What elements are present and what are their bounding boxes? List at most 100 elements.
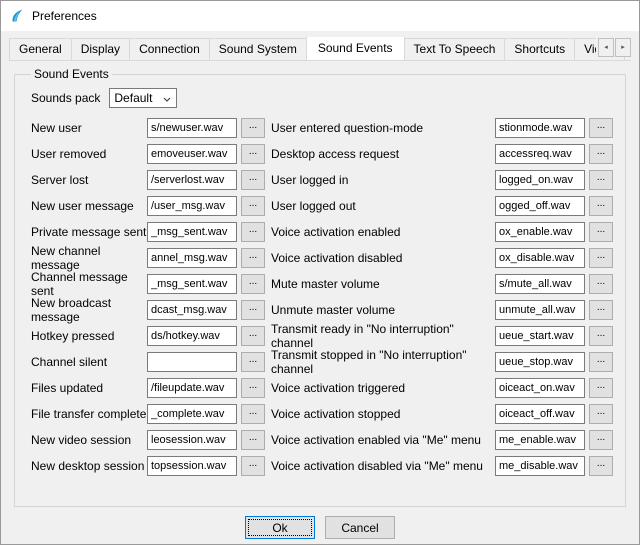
sound-file-input[interactable] <box>147 300 237 320</box>
browse-button[interactable]: ... <box>241 326 265 346</box>
browse-button[interactable]: ... <box>589 170 613 190</box>
sound-event-label: File transfer complete <box>31 407 147 421</box>
browse-button[interactable]: ... <box>241 118 265 138</box>
sound-event-row: Voice activation enabled via "Me" menu..… <box>271 427 613 453</box>
sound-file-input[interactable] <box>147 430 237 450</box>
sound-file-input[interactable] <box>495 352 585 372</box>
browse-button[interactable]: ... <box>589 118 613 138</box>
sound-event-row: Voice activation stopped... <box>271 401 613 427</box>
browse-button[interactable]: ... <box>589 222 613 242</box>
tab-general[interactable]: General <box>9 38 72 60</box>
sound-event-label: New desktop session <box>31 459 147 473</box>
sound-file-input[interactable] <box>147 326 237 346</box>
browse-button[interactable]: ... <box>589 378 613 398</box>
sound-event-label: User removed <box>31 147 147 161</box>
sound-file-input[interactable] <box>147 456 237 476</box>
sound-file-input[interactable] <box>147 378 237 398</box>
tab-sound-events[interactable]: Sound Events <box>306 37 405 61</box>
sound-file-input[interactable] <box>495 456 585 476</box>
tab-connection[interactable]: Connection <box>129 38 210 60</box>
browse-button[interactable]: ... <box>241 144 265 164</box>
browse-button[interactable]: ... <box>241 222 265 242</box>
tab-scroll-left-button[interactable]: ◂ <box>598 38 614 57</box>
sound-file-input[interactable] <box>495 300 585 320</box>
sound-event-label: New broadcast message <box>31 296 147 324</box>
sound-event-row: New user message... <box>31 193 265 219</box>
sound-file-input[interactable] <box>495 326 585 346</box>
browse-button[interactable]: ... <box>589 274 613 294</box>
browse-button[interactable]: ... <box>589 352 613 372</box>
sound-file-input[interactable] <box>495 430 585 450</box>
sound-file-input[interactable] <box>147 196 237 216</box>
tab-scroll-right-button[interactable]: ▸ <box>615 38 631 57</box>
browse-button[interactable]: ... <box>589 404 613 424</box>
tab-shortcuts[interactable]: Shortcuts <box>504 38 575 60</box>
sound-event-row: Voice activation disabled via "Me" menu.… <box>271 453 613 479</box>
sound-file-input[interactable] <box>495 118 585 138</box>
browse-button[interactable]: ... <box>241 196 265 216</box>
ok-button[interactable]: Ok <box>245 516 315 539</box>
browse-button[interactable]: ... <box>589 456 613 476</box>
browse-button[interactable]: ... <box>241 170 265 190</box>
cancel-button[interactable]: Cancel <box>325 516 395 539</box>
browse-button[interactable]: ... <box>589 300 613 320</box>
sound-event-label: Channel silent <box>31 355 147 369</box>
sound-file-input[interactable] <box>147 274 237 294</box>
sound-event-row: Server lost... <box>31 167 265 193</box>
sound-file-input[interactable] <box>495 170 585 190</box>
sound-event-row: User entered question-mode... <box>271 115 613 141</box>
browse-button[interactable]: ... <box>589 196 613 216</box>
sound-file-input[interactable] <box>147 222 237 242</box>
sound-event-row: User logged out... <box>271 193 613 219</box>
browse-button[interactable]: ... <box>241 274 265 294</box>
sound-file-input[interactable] <box>495 222 585 242</box>
sound-file-input[interactable] <box>147 248 237 268</box>
sound-file-input[interactable] <box>495 378 585 398</box>
tab-sound-system[interactable]: Sound System <box>209 38 307 60</box>
window-title: Preferences <box>32 9 97 23</box>
sounds-pack-select[interactable]: Default <box>109 88 177 108</box>
browse-button[interactable]: ... <box>241 404 265 424</box>
sound-event-row: New broadcast message... <box>31 297 265 323</box>
dialog-footer: Ok Cancel <box>1 516 639 539</box>
browse-button[interactable]: ... <box>241 456 265 476</box>
browse-button[interactable]: ... <box>241 430 265 450</box>
browse-button[interactable]: ... <box>241 352 265 372</box>
sound-file-input[interactable] <box>147 118 237 138</box>
sound-event-label: Files updated <box>31 381 147 395</box>
sound-event-label: Voice activation enabled <box>271 225 495 239</box>
sound-event-label: Voice activation stopped <box>271 407 495 421</box>
sound-file-input[interactable] <box>147 144 237 164</box>
tab-text-to-speech[interactable]: Text To Speech <box>404 38 506 60</box>
titlebar[interactable]: Preferences <box>1 1 639 31</box>
sound-event-row: Desktop access request... <box>271 141 613 167</box>
browse-button[interactable]: ... <box>589 430 613 450</box>
browse-button[interactable]: ... <box>241 378 265 398</box>
browse-button[interactable]: ... <box>241 300 265 320</box>
sound-file-input[interactable] <box>147 352 237 372</box>
browse-button[interactable]: ... <box>241 248 265 268</box>
sound-file-input[interactable] <box>495 404 585 424</box>
app-icon <box>9 8 25 24</box>
sound-event-label: Channel message sent <box>31 270 147 298</box>
sound-file-input[interactable] <box>495 144 585 164</box>
sound-event-label: Transmit ready in "No interruption" chan… <box>271 322 495 350</box>
sound-event-label: Mute master volume <box>271 277 495 291</box>
browse-button[interactable]: ... <box>589 248 613 268</box>
sound-events-column-right: User entered question-mode...Desktop acc… <box>271 115 613 479</box>
sound-file-input[interactable] <box>147 170 237 190</box>
sound-file-input[interactable] <box>147 404 237 424</box>
sound-event-label: Unmute master volume <box>271 303 495 317</box>
browse-button[interactable]: ... <box>589 326 613 346</box>
sound-file-input[interactable] <box>495 274 585 294</box>
sound-event-row: Mute master volume... <box>271 271 613 297</box>
sound-event-row: New video session... <box>31 427 265 453</box>
browse-button[interactable]: ... <box>589 144 613 164</box>
sound-event-row: User removed... <box>31 141 265 167</box>
sound-event-row: Files updated... <box>31 375 265 401</box>
sound-event-label: Desktop access request <box>271 147 495 161</box>
sound-file-input[interactable] <box>495 248 585 268</box>
sound-event-label: Voice activation triggered <box>271 381 495 395</box>
tab-display[interactable]: Display <box>71 38 130 60</box>
sound-file-input[interactable] <box>495 196 585 216</box>
